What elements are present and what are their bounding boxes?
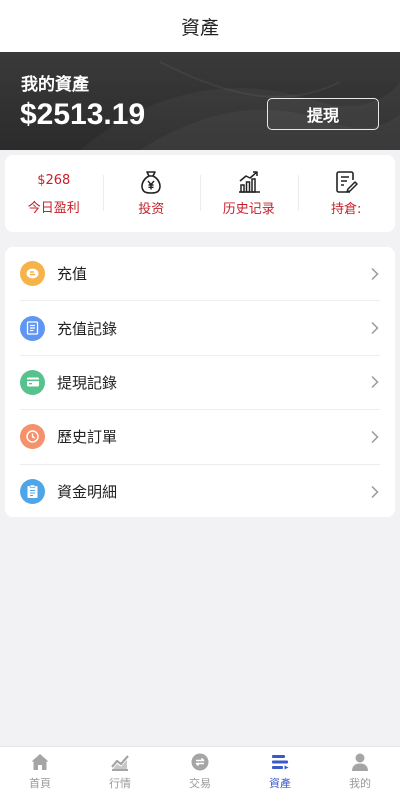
chevron-right-icon	[371, 430, 379, 443]
history-label: 历史记录	[222, 201, 275, 217]
chevron-right-icon	[371, 485, 379, 498]
home-icon	[31, 754, 49, 770]
today-profit-value: $268	[37, 172, 71, 188]
tab-market[interactable]: 行情	[80, 747, 160, 796]
tab-label: 資產	[269, 777, 291, 790]
coin-icon	[20, 261, 45, 287]
withdraw-button[interactable]: 提現	[267, 98, 379, 130]
tab-label: 我的	[349, 777, 371, 790]
chart-icon	[111, 755, 129, 771]
tab-assets[interactable]: 資產	[240, 747, 320, 796]
tab-home[interactable]: 首頁	[0, 747, 80, 796]
user-icon	[352, 753, 368, 771]
edit-document-icon	[336, 170, 358, 193]
chevron-right-icon	[371, 267, 379, 280]
top-header: 資產	[0, 0, 400, 52]
bottom-tab-bar: 首頁 行情 交易 資產 我的	[0, 746, 400, 796]
menu-item-label: 提現記錄	[57, 373, 118, 392]
clipboard-icon	[20, 479, 45, 505]
tab-label: 行情	[109, 777, 131, 790]
card-icon	[20, 369, 45, 395]
chevron-right-icon	[371, 376, 379, 389]
invest-label: 投资	[138, 201, 165, 217]
holdings-label: 持倉:	[331, 201, 362, 217]
tab-label: 交易	[189, 777, 211, 790]
page-title: 資產	[180, 16, 219, 39]
menu-item-label: 歷史訂單	[57, 428, 118, 447]
my-assets-label: 我的資產	[21, 75, 89, 95]
menu-item-recharge[interactable]: 充值	[20, 247, 380, 302]
balance-banner: 我的資產 $2513.19 提現	[0, 52, 400, 150]
menu-item-label: 充值記錄	[57, 319, 118, 338]
clock-icon	[20, 424, 45, 450]
tab-profile[interactable]: 我的	[320, 747, 400, 796]
menu-item-recharge-records[interactable]: 充值記錄	[20, 301, 380, 356]
today-profit-label: 今日盈利	[27, 200, 80, 216]
wallet-icon	[272, 755, 289, 770]
menu-item-label: 充值	[57, 265, 88, 284]
today-profit-item[interactable]: $268 今日盈利	[5, 155, 103, 232]
tab-label: 首頁	[29, 777, 51, 790]
bar-chart-icon	[238, 170, 260, 193]
total-balance: $2513.19	[20, 98, 146, 131]
menu-item-order-history[interactable]: 歷史訂單	[20, 410, 380, 465]
chevron-right-icon	[371, 322, 379, 335]
quick-actions-card: $268 今日盈利 投资 历史记录 持倉:	[5, 155, 395, 232]
money-bag-icon	[141, 170, 162, 194]
document-icon	[20, 315, 45, 341]
holdings-item[interactable]: 持倉:	[297, 155, 396, 232]
exchange-icon	[191, 753, 209, 771]
menu-list-card: 充值 充值記錄 提現記錄 歷史訂單 資金明細	[5, 247, 395, 517]
invest-item[interactable]: 投资	[102, 155, 201, 232]
history-item[interactable]: 历史记录	[200, 155, 298, 232]
tab-trade[interactable]: 交易	[160, 747, 240, 796]
menu-item-fund-details[interactable]: 資金明細	[20, 465, 380, 519]
menu-item-label: 資金明細	[57, 483, 118, 502]
menu-item-withdraw-records[interactable]: 提現記錄	[20, 356, 380, 411]
